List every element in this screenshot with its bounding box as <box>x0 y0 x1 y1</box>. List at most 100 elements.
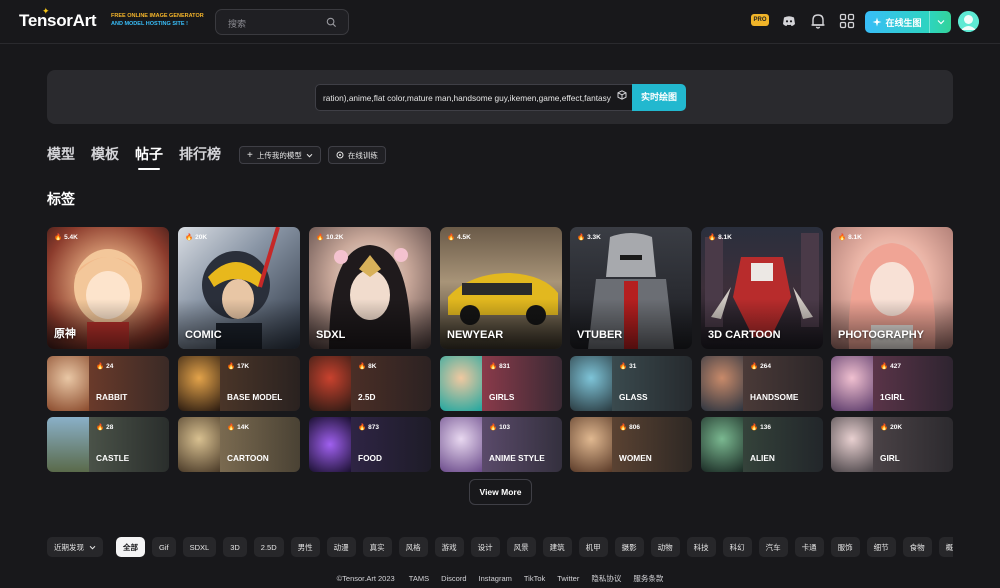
view-more-button[interactable]: View More <box>469 479 532 505</box>
tag-count: 🔥 8K <box>358 362 376 371</box>
tag-card-small[interactable]: 🔥 103 ANIME STYLE <box>440 417 562 472</box>
footer-link[interactable]: Instagram <box>479 574 512 583</box>
card-shade <box>47 299 169 349</box>
tags-section-title: 标签 <box>47 191 75 207</box>
tag-card-small[interactable]: 🔥 264 HANDSOME <box>701 356 823 411</box>
dice-icon[interactable] <box>617 90 627 100</box>
tag-count: 🔥 5.4K <box>54 233 78 242</box>
top-header: ✦ TensorArt FREE ONLINE IMAGE GENERATOR … <box>0 0 1000 44</box>
tensorart-logo[interactable]: ✦ TensorArt <box>19 6 97 31</box>
tag-count-value: 427 <box>890 362 901 370</box>
tag-card-small[interactable]: 🔥 831 GIRLS <box>440 356 562 411</box>
filter-chip[interactable]: 3D <box>223 537 247 557</box>
tag-card-large[interactable]: 🔥 20K COMIC <box>178 227 300 349</box>
filter-chip[interactable]: 游戏 <box>434 537 464 557</box>
prompt-input[interactable]: ration),anime,flat color,mature man,hand… <box>315 84 633 111</box>
tag-label: RABBIT <box>96 392 128 402</box>
tag-count: 🔥 31 <box>619 362 636 371</box>
tag-count: 🔥 873 <box>358 423 379 432</box>
realtime-draw-button[interactable]: 实时绘图 <box>632 84 686 111</box>
discord-icon[interactable] <box>781 13 797 29</box>
fire-icon: 🔥 <box>447 234 456 241</box>
bell-icon[interactable] <box>810 12 826 30</box>
tag-card-small[interactable]: 🔥 136 ALIEN <box>701 417 823 472</box>
category-filter-bar: 近期发现 全部 Gif SDXL 3D 2.5D 男性 动漫 真实 风格 游戏 设计 风景 建筑 机甲 摄影… <box>47 537 953 557</box>
filter-chip[interactable]: 细节 <box>866 537 896 557</box>
user-avatar[interactable] <box>958 11 979 32</box>
online-train-button[interactable]: 在线训练 <box>327 146 386 164</box>
filter-chip[interactable]: 男性 <box>290 537 320 557</box>
online-generate-label: 在线生图 <box>885 17 922 28</box>
pro-badge[interactable]: PRO <box>751 14 769 26</box>
filter-chip[interactable]: Gif <box>152 537 176 557</box>
footer-link[interactable]: Discord <box>441 574 466 583</box>
filter-chip[interactable]: 摄影 <box>614 537 644 557</box>
footer-link[interactable]: TAMS <box>409 574 429 583</box>
apps-grid-icon[interactable] <box>839 13 855 29</box>
filter-chip[interactable]: 科技 <box>686 537 716 557</box>
tag-label: GIRLS <box>489 392 515 402</box>
filter-chip[interactable]: 风格 <box>398 537 428 557</box>
filter-chip[interactable]: 概念 <box>938 537 953 557</box>
tag-card-small[interactable]: 🔥 873 FOOD <box>309 417 431 472</box>
online-generate-main[interactable]: 在线生图 <box>865 11 929 33</box>
filter-chip[interactable]: SDXL <box>182 537 217 557</box>
tab-templates[interactable]: 模板 <box>91 144 119 166</box>
tag-card-small[interactable]: 🔥 14K CARTOON <box>178 417 300 472</box>
tag-card-large[interactable]: 🔥 8.1K PHOTOGRAPHY <box>831 227 953 349</box>
filter-chip[interactable]: 汽车 <box>758 537 788 557</box>
fire-icon: 🔥 <box>358 363 367 370</box>
tab-leaderboard[interactable]: 排行榜 <box>179 144 221 166</box>
tag-card-large[interactable]: 🔥 5.4K 原神 <box>47 227 169 349</box>
tag-card-small[interactable]: 🔥 31 GLASS <box>570 356 692 411</box>
filter-chip[interactable]: 2.5D <box>253 537 284 557</box>
generate-dropdown-toggle[interactable] <box>929 11 951 33</box>
filter-chip[interactable]: 动漫 <box>326 537 356 557</box>
sort-dropdown[interactable]: 近期发现 <box>47 537 103 557</box>
fire-icon: 🔥 <box>708 234 717 241</box>
filter-chip[interactable]: 全部 <box>116 537 145 557</box>
footer-link[interactable]: 服务条款 <box>633 574 663 583</box>
filter-chip[interactable]: 服饰 <box>830 537 860 557</box>
tag-thumb <box>701 417 743 472</box>
fire-icon: 🔥 <box>880 363 889 370</box>
filter-chip[interactable]: 风景 <box>506 537 536 557</box>
upload-model-button[interactable]: + 上传我的模型 <box>239 146 321 164</box>
tag-card-large[interactable]: 🔥 10.2K SDXL <box>309 227 431 349</box>
tag-count-value: 8.1K <box>718 233 732 241</box>
footer-link[interactable]: TikTok <box>524 574 545 583</box>
tag-card-small[interactable]: 🔥 8K 2.5D <box>309 356 431 411</box>
tag-thumb <box>309 417 351 472</box>
filter-chip[interactable]: 设计 <box>470 537 500 557</box>
tag-count: 🔥 806 <box>619 423 640 432</box>
chevron-down-icon <box>89 545 96 549</box>
filter-chip[interactable]: 科幻 <box>722 537 752 557</box>
filter-chip[interactable]: 动物 <box>650 537 680 557</box>
tag-card-small[interactable]: 🔥 24 RABBIT <box>47 356 169 411</box>
tag-count-value: 8.1K <box>848 233 862 241</box>
tag-label: PHOTOGRAPHY <box>838 329 924 341</box>
filter-chip[interactable]: 食物 <box>902 537 932 557</box>
tag-card-small[interactable]: 🔥 427 1GIRL <box>831 356 953 411</box>
tag-card-large[interactable]: 🔥 3.3K VTUBER <box>570 227 692 349</box>
search-input[interactable]: 搜索 <box>215 9 349 35</box>
tag-card-small[interactable]: 🔥 17K BASE MODEL <box>178 356 300 411</box>
tag-count-value: 873 <box>368 423 379 431</box>
tag-card-small[interactable]: 🔥 28 CASTLE <box>47 417 169 472</box>
promo-banner: FREE ONLINE IMAGE GENERATOR AND MODEL HO… <box>111 13 211 28</box>
filter-chip[interactable]: 卡通 <box>794 537 824 557</box>
tab-posts[interactable]: 帖子 <box>135 144 163 170</box>
tab-models[interactable]: 模型 <box>47 144 75 166</box>
filter-chip[interactable]: 真实 <box>362 537 392 557</box>
tag-label: ANIME STYLE <box>489 453 545 463</box>
tag-card-small[interactable]: 🔥 806 WOMEN <box>570 417 692 472</box>
footer-link[interactable]: Twitter <box>557 574 579 583</box>
footer-link[interactable]: 隐私协议 <box>591 574 621 583</box>
filter-chip[interactable]: 机甲 <box>578 537 608 557</box>
tag-card-small[interactable]: 🔥 20K GIRL <box>831 417 953 472</box>
tag-card-large[interactable]: 🔥 8.1K 3D CARTOON <box>701 227 823 349</box>
tag-card-large[interactable]: 🔥 4.5K NEWYEAR <box>440 227 562 349</box>
online-generate-button[interactable]: 在线生图 <box>865 11 951 33</box>
filter-chip[interactable]: 建筑 <box>542 537 572 557</box>
tag-count-value: 10.2K <box>326 233 344 241</box>
